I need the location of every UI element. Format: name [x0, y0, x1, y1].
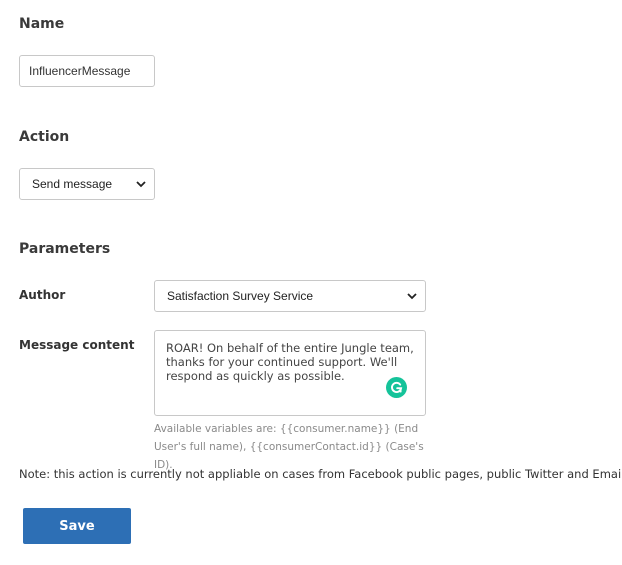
grammarly-icon[interactable]: [386, 377, 407, 398]
author-label: Author: [19, 288, 66, 302]
chevron-down-icon: [405, 289, 419, 303]
name-heading: Name: [19, 16, 65, 32]
author-select[interactable]: Satisfaction Survey Service: [154, 280, 426, 312]
author-select-value: Satisfaction Survey Service: [167, 289, 314, 303]
action-select[interactable]: Send message: [19, 168, 155, 200]
variables-help-text: Available variables are: {{consumer.name…: [154, 423, 424, 471]
message-content-label: Message content: [19, 338, 135, 352]
action-heading: Action: [19, 129, 70, 145]
name-input[interactable]: [19, 55, 155, 87]
save-button[interactable]: Save: [23, 508, 131, 544]
action-select-value: Send message: [32, 177, 113, 191]
message-content-textarea[interactable]: ROAR! On behalf of the entire Jungle tea…: [154, 330, 426, 416]
action-note: Note: this action is currently not appli…: [19, 467, 622, 481]
parameters-heading: Parameters: [19, 241, 111, 257]
chevron-down-icon: [134, 177, 148, 191]
